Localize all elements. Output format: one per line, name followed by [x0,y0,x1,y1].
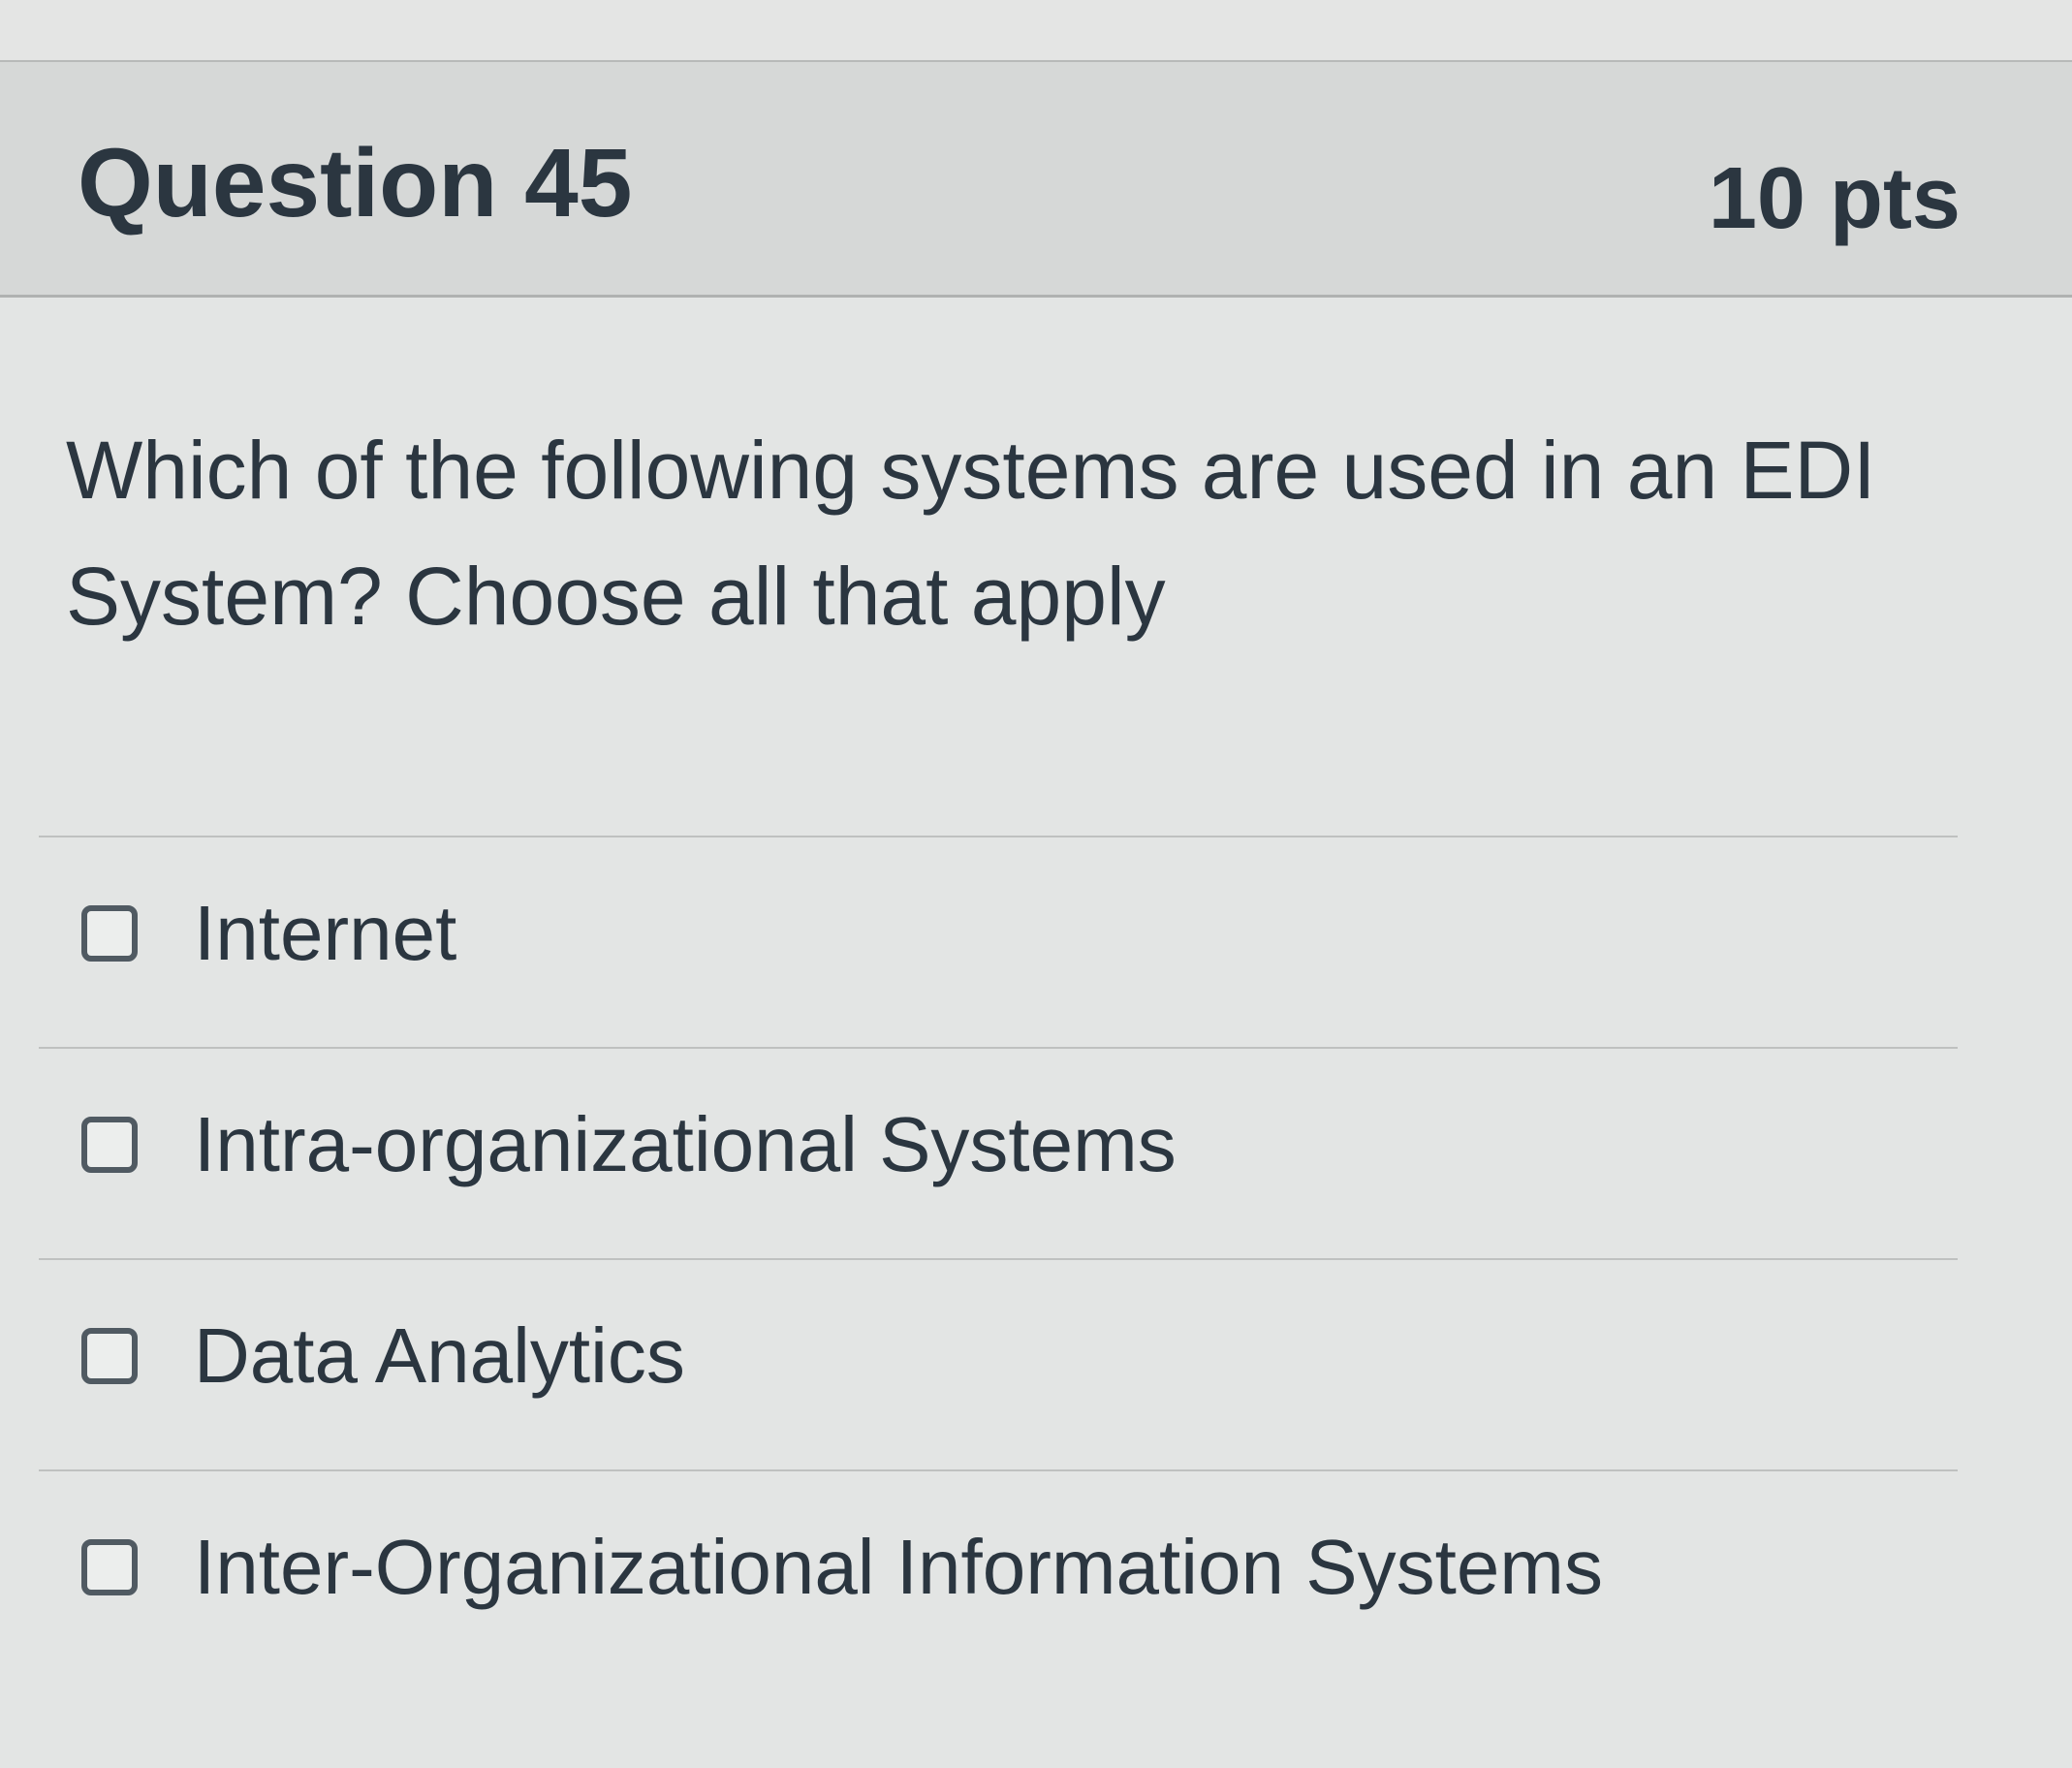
answer-option-intra-organizational-systems[interactable]: Intra-organizational Systems [39,1047,1958,1258]
answer-label[interactable]: Internet [194,891,456,976]
answer-checkbox[interactable] [81,1539,138,1595]
answer-label[interactable]: Inter-Organizational Information Systems [194,1525,1603,1610]
question-text: Which of the following systems are used … [66,425,1876,642]
answer-checkbox[interactable] [81,1328,138,1384]
answer-option-inter-organizational-information-systems[interactable]: Inter-Organizational Information Systems [39,1469,1958,1681]
answer-list: Internet Intra-organizational Systems Da… [39,836,1958,1681]
question-points: 10 pts [1708,150,1961,247]
question-title: Question 45 [78,129,633,237]
answer-checkbox[interactable] [81,905,138,962]
answer-label[interactable]: Intra-organizational Systems [194,1102,1177,1187]
answer-option-internet[interactable]: Internet [39,836,1958,1047]
answer-label[interactable]: Data Analytics [194,1313,685,1399]
answer-option-data-analytics[interactable]: Data Analytics [39,1258,1958,1469]
question-header: Question 45 10 pts [0,62,2072,298]
answer-checkbox[interactable] [81,1117,138,1173]
